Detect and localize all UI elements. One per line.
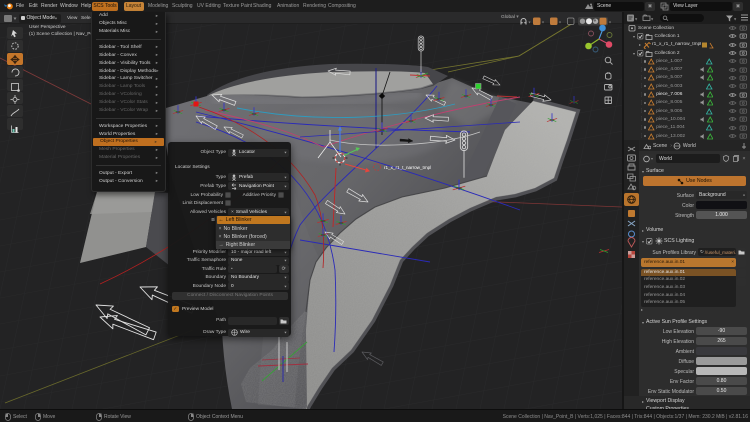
svg-text:r1_x_r1_t_narrow_tmpl: r1_x_r1_t_narrow_tmpl [384, 165, 431, 170]
svg-text:▾: ▾ [542, 19, 544, 24]
svg-text:▾: ▾ [635, 17, 638, 22]
svg-text:▾: ▾ [529, 19, 531, 24]
svg-text:▾: ▾ [734, 17, 737, 22]
svg-text:▾: ▾ [559, 19, 561, 24]
svg-text:▾: ▾ [651, 17, 654, 22]
